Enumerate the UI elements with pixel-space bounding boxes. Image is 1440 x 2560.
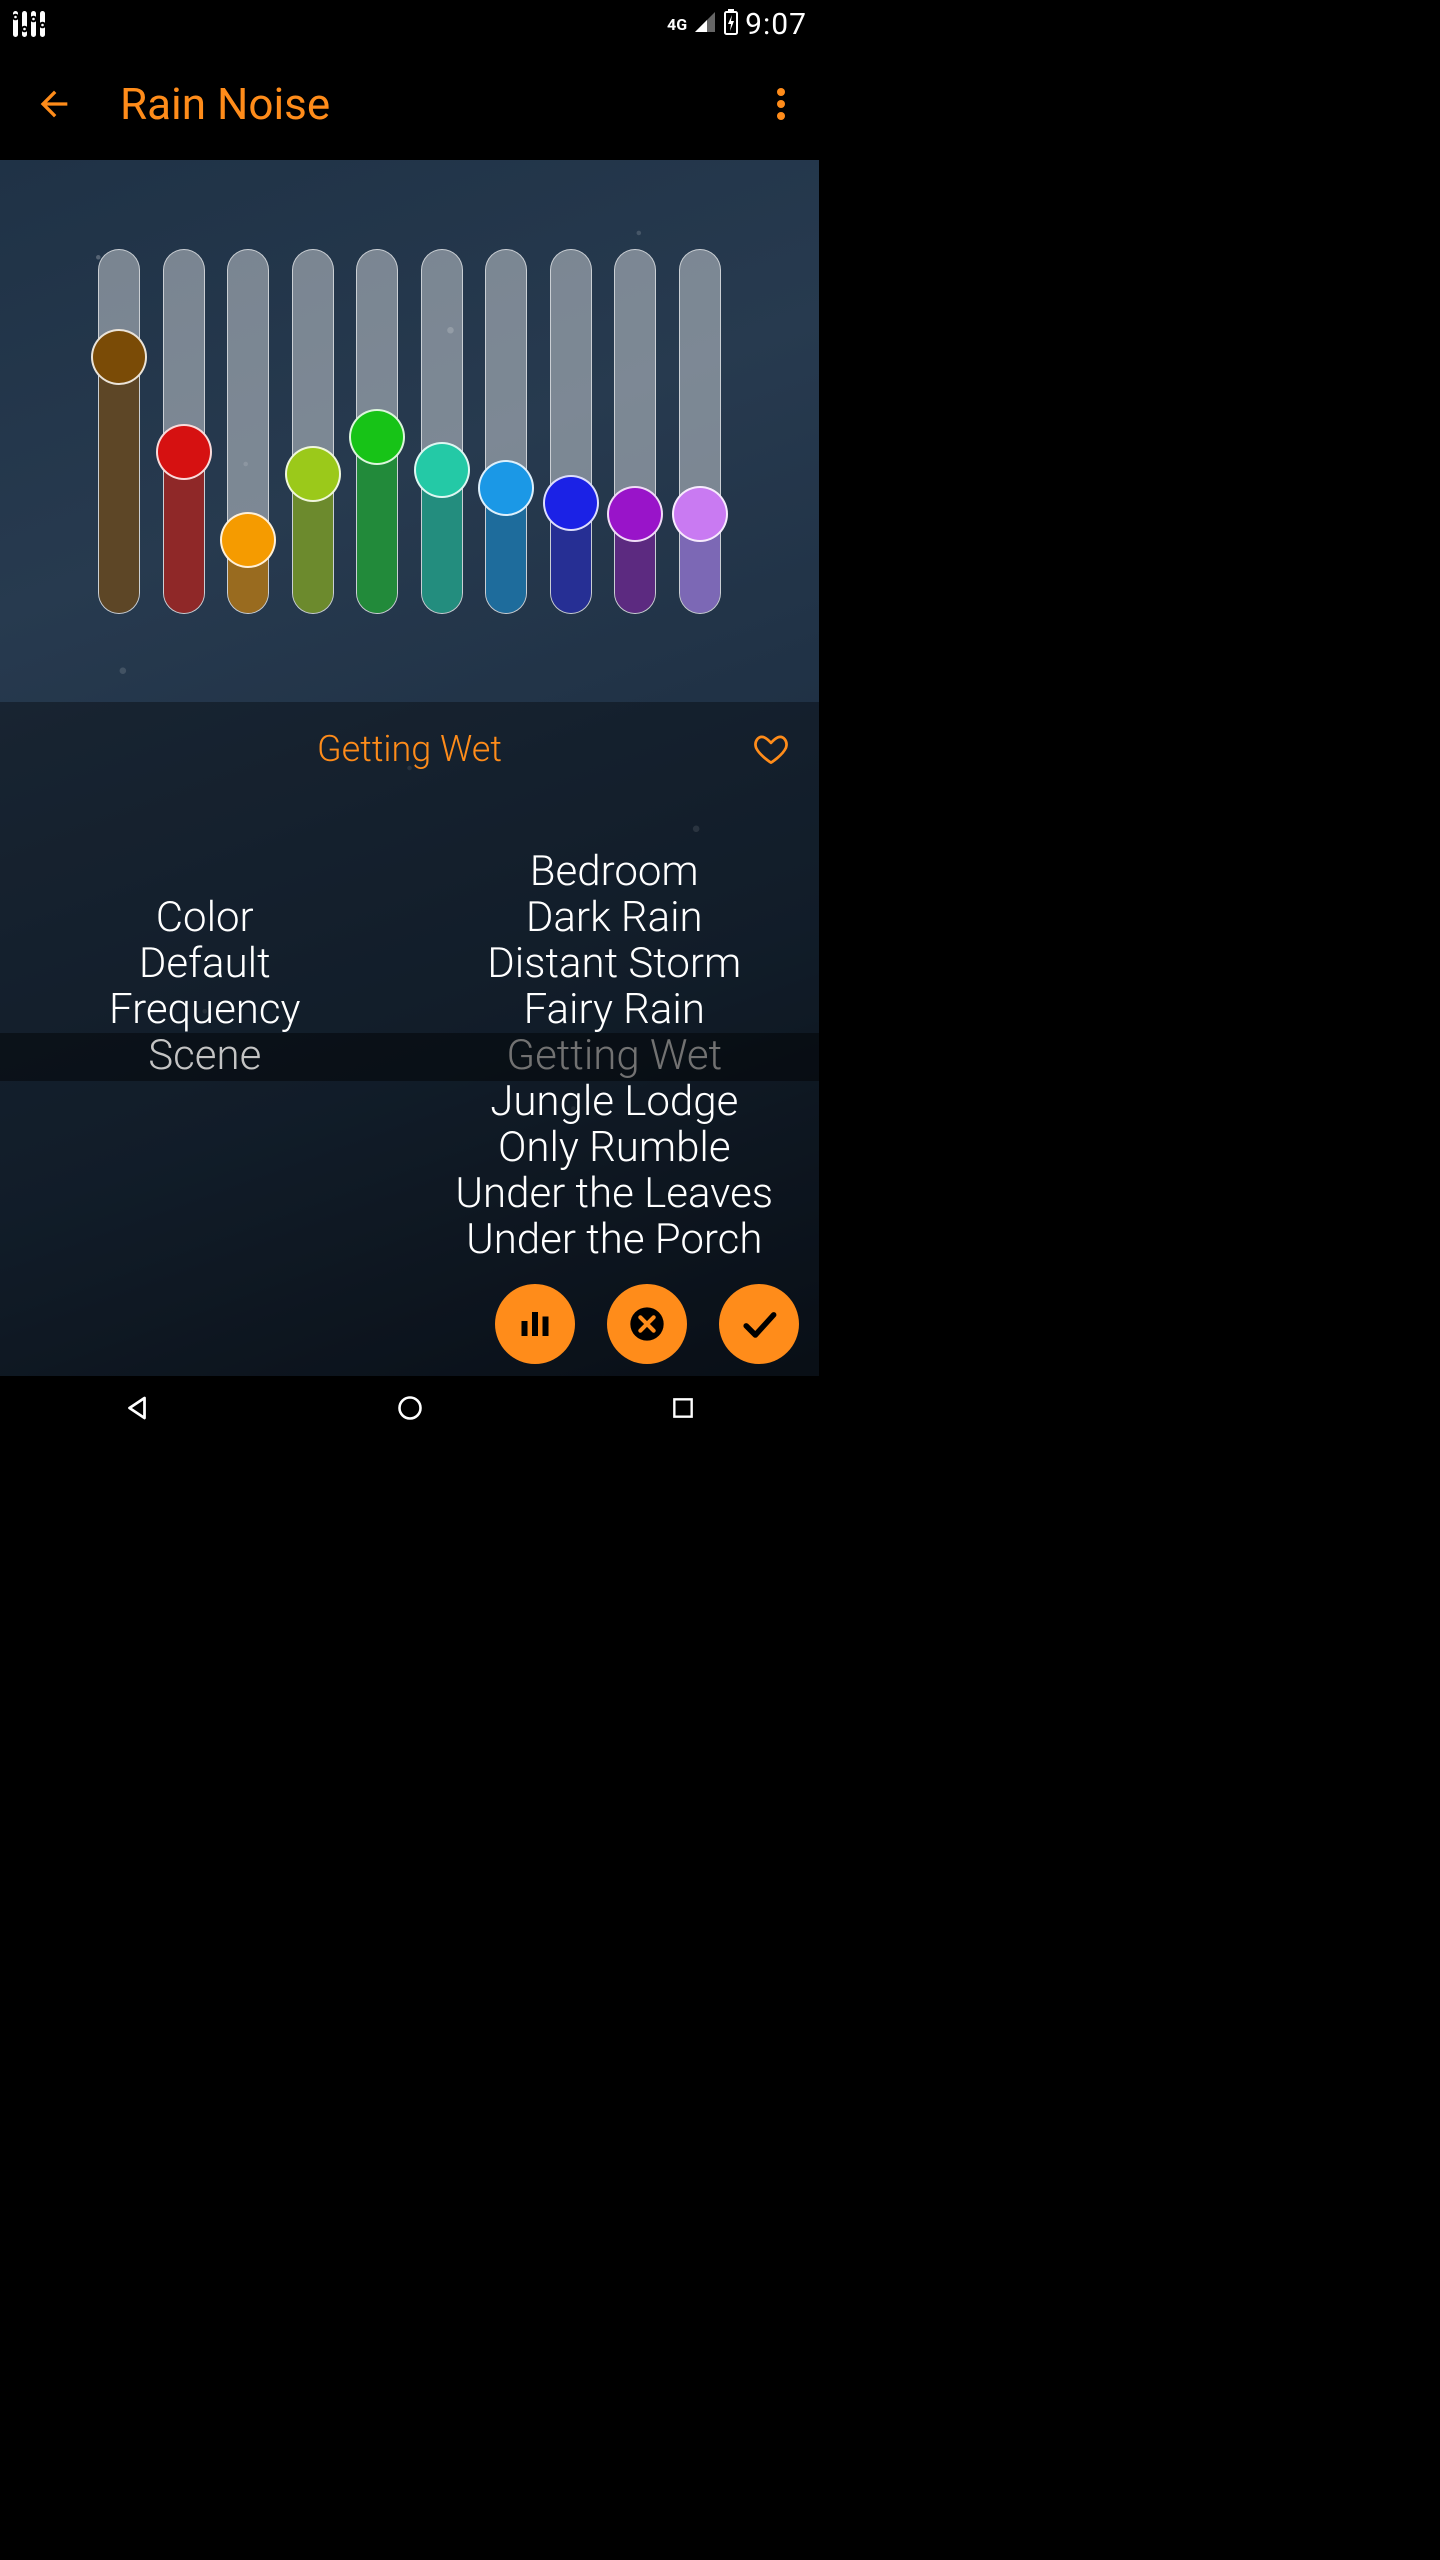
back-button[interactable] [18,68,90,140]
preset-item[interactable]: Under the Porch [466,1217,762,1263]
overflow-menu-button[interactable] [753,68,809,140]
network-4g-icon: 4G [667,15,687,34]
slider-thumb-icon[interactable] [285,446,341,502]
preset-pickers: ColorDefaultFrequencyScene BedroomDark R… [0,796,819,1316]
preset-item[interactable]: Fairy Rain [524,987,705,1033]
slider-thumb-icon[interactable] [220,512,276,568]
preset-item[interactable]: Under the Leaves [455,1171,773,1217]
picker-mode-column[interactable]: ColorDefaultFrequencyScene [0,727,410,1247]
cancel-button[interactable] [607,1284,687,1364]
slider-thumb-icon[interactable] [543,475,599,531]
android-nav-bar [0,1376,819,1440]
slider-band-8[interactable] [550,249,592,614]
slider-thumb-icon[interactable] [156,424,212,480]
slider-thumb-icon[interactable] [349,409,405,465]
picker-preset-column[interactable]: BedroomDark RainDistant StormFairy RainG… [410,796,820,1316]
preset-item[interactable]: Distant Storm [487,941,741,987]
equalizer-sliders [0,160,819,702]
slider-thumb-icon[interactable] [478,460,534,516]
slider-thumb-icon[interactable] [91,329,147,385]
page-title: Rain Noise [120,78,753,130]
equalize-button[interactable] [495,1284,575,1364]
slider-thumb-icon[interactable] [607,486,663,542]
preset-item[interactable]: Jungle Lodge [490,1079,738,1125]
preset-item[interactable]: Only Rumble [498,1125,731,1171]
app-bar: Rain Noise [0,48,819,160]
status-bar: 4G 9:07 [0,0,819,48]
favorite-button[interactable] [751,729,791,769]
slider-band-7[interactable] [485,249,527,614]
preset-item[interactable]: Dark Rain [526,895,703,941]
mode-item[interactable]: Color [156,895,254,941]
slider-band-4[interactable] [292,249,334,614]
slider-thumb-icon[interactable] [672,486,728,542]
preset-item[interactable]: Getting Wet [506,1033,722,1079]
nav-back-button[interactable] [77,1393,197,1423]
equalizer-status-icon [12,9,46,39]
nav-recents-button[interactable] [623,1395,743,1421]
preset-item[interactable]: Bedroom [530,849,699,895]
slider-band-3[interactable] [227,249,269,614]
mode-item[interactable]: Default [139,941,271,987]
battery-charging-icon [723,9,739,39]
slider-band-6[interactable] [421,249,463,614]
slider-band-9[interactable] [614,249,656,614]
slider-band-5[interactable] [356,249,398,614]
nav-home-button[interactable] [350,1394,470,1422]
slider-band-1[interactable] [98,249,140,614]
status-time: 9:07 [745,7,807,42]
cell-signal-icon [693,10,717,38]
mode-item[interactable]: Scene [148,1033,261,1079]
slider-band-2[interactable] [163,249,205,614]
confirm-button[interactable] [719,1284,799,1364]
slider-thumb-icon[interactable] [414,442,470,498]
slider-band-10[interactable] [679,249,721,614]
mode-item[interactable]: Frequency [109,987,301,1033]
